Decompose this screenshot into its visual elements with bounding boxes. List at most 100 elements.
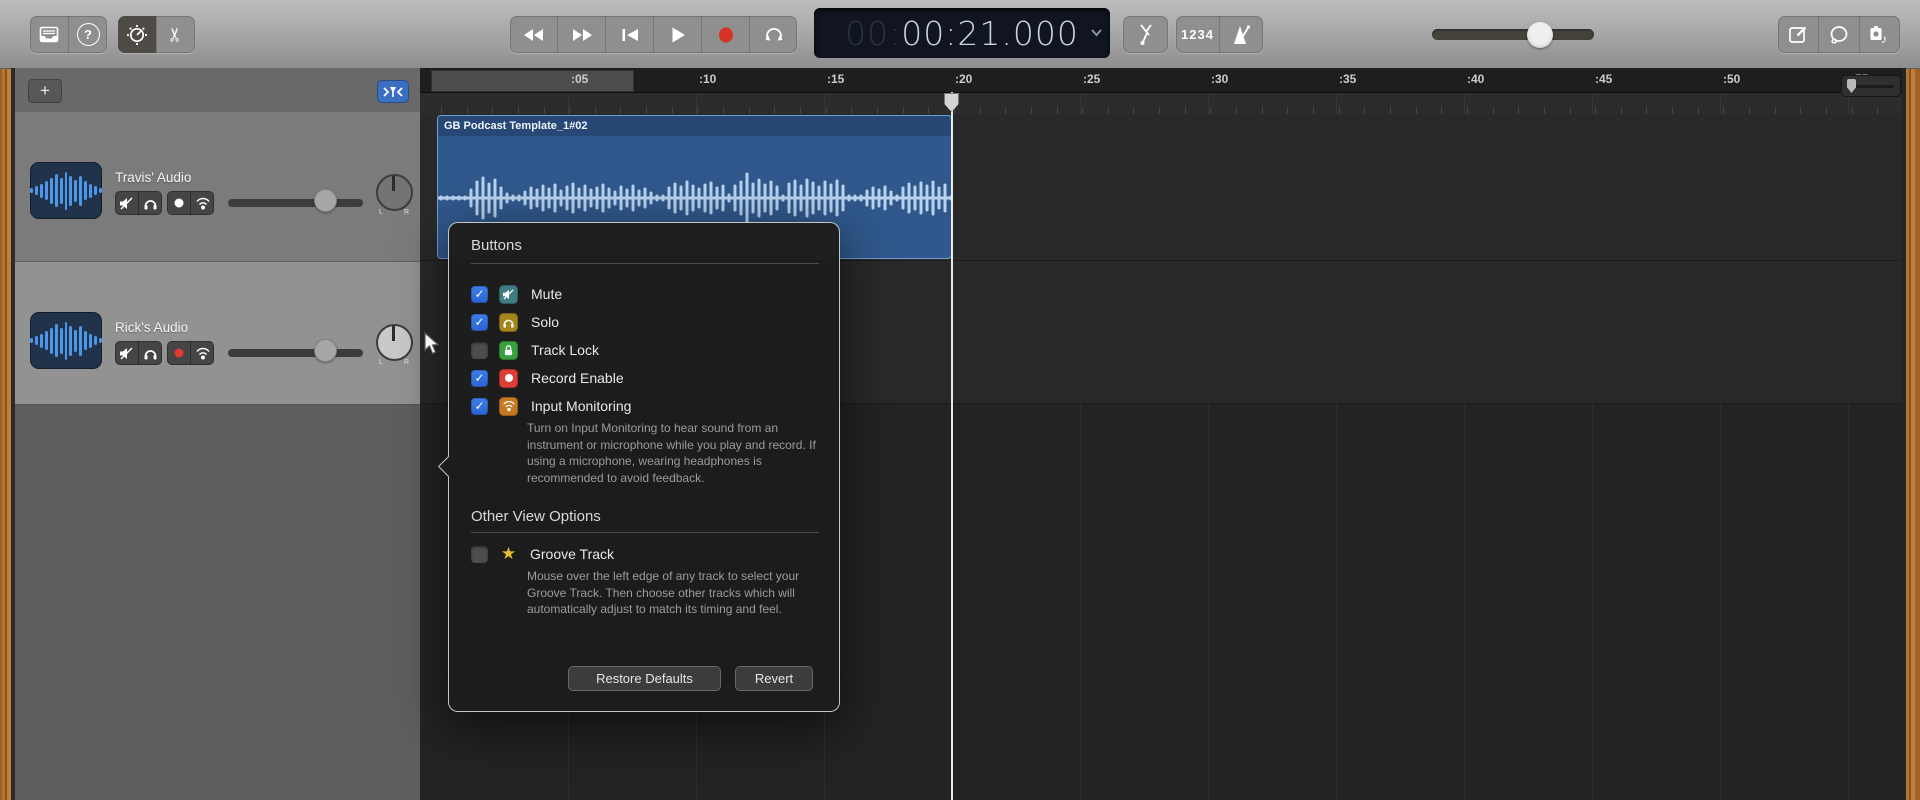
second-tick [1236,107,1237,114]
forward-button[interactable] [557,16,605,53]
headphones-icon [143,347,158,360]
catch-playhead-icon [383,85,403,99]
track-volume-thumb[interactable] [314,339,337,362]
track-icon-waveform[interactable] [30,312,102,369]
second-tick [1287,107,1288,114]
record-icon [717,26,735,44]
second-tick [1416,107,1417,114]
second-tick [1159,107,1160,114]
lcd-chevron-down-icon[interactable] [1090,28,1103,37]
lcd-display[interactable]: 00: 00:21.000 [814,8,1110,58]
second-tick [1467,107,1468,114]
track-lock-option-icon [499,341,518,360]
solo-option-label: Solo [531,314,559,330]
mute-speaker-icon [119,197,134,210]
mute-button[interactable] [115,341,138,365]
second-tick [1852,107,1853,114]
second-tick [1313,107,1314,114]
horizontal-zoom-slider[interactable] [1841,75,1901,97]
track-volume-slider[interactable] [228,349,363,357]
second-tick [1570,107,1571,114]
tuner-button[interactable] [1123,16,1168,53]
master-volume-thumb[interactable] [1527,22,1553,48]
mute-button[interactable] [115,191,138,215]
second-tick [467,107,468,114]
second-tick [1646,107,1647,114]
option-row-record-enable: ✓ Record Enable [471,366,624,390]
scissors-icon: ✂ [164,27,187,43]
option-row-solo: ✓ Solo [471,310,559,334]
help-icon: ? [77,23,100,46]
groove-star-icon: ★ [498,544,519,564]
go-to-beginning-icon [620,27,640,43]
track-row-rick[interactable]: Rick's Audio [15,262,420,405]
metronome-button[interactable] [1219,16,1263,53]
input-monitoring-button[interactable] [190,341,214,365]
pan-knob[interactable] [376,174,413,211]
second-tick [492,107,493,114]
solo-button[interactable] [138,191,162,215]
loop-browser-button[interactable] [1818,16,1859,53]
track-volume-thumb[interactable] [314,189,337,212]
input-monitoring-option-label: Input Monitoring [531,398,631,414]
record-enable-button[interactable] [167,191,190,215]
pan-left-label: L [379,359,383,366]
add-track-button[interactable]: + [28,79,62,103]
track-header-panel: + Travis' Audio [15,68,420,800]
track-name[interactable]: Travis' Audio [115,170,191,185]
record-enable-checkbox[interactable]: ✓ [471,370,488,387]
playhead-line[interactable] [951,92,953,800]
track-lock-checkbox[interactable]: ✓ [471,342,488,359]
zoom-slider-thumb[interactable] [1847,79,1856,93]
play-button[interactable] [653,16,701,53]
pan-knob[interactable] [376,324,413,361]
input-monitoring-button[interactable] [190,191,214,215]
groove-track-checkbox[interactable]: ✓ [471,546,488,563]
second-tick [1723,107,1724,114]
solo-button[interactable] [138,341,162,365]
library-button[interactable] [30,16,68,53]
count-in-label: 1234 [1181,27,1214,42]
second-tick [1005,107,1006,114]
cycle-button[interactable] [749,16,797,53]
record-enable-option-label: Record Enable [531,370,624,386]
count-in-button[interactable]: 1234 [1176,16,1219,53]
ruler-label: :10 [699,72,716,86]
library-icon [39,26,59,43]
controls-editor-group: ✂ [118,16,195,53]
quick-help-button[interactable]: ? [68,16,107,53]
mute-checkbox[interactable]: ✓ [471,286,488,303]
editor-button[interactable]: ✂ [156,16,195,53]
second-tick [1133,107,1134,114]
record-button[interactable] [701,16,749,53]
cycle-zone[interactable] [431,70,634,92]
note-pad-button[interactable] [1778,16,1818,53]
solo-checkbox[interactable]: ✓ [471,314,488,331]
track-volume-slider[interactable] [228,199,363,207]
media-browser-button[interactable]: ♪ [1859,16,1900,53]
second-tick [903,107,904,114]
revert-button[interactable]: Revert [735,666,813,691]
music-note-glyph: ♪ [1881,32,1887,46]
track-row-travis[interactable]: Travis' Audio [15,112,420,262]
second-tick [1621,107,1622,114]
second-tick [1877,107,1878,114]
mute-option-label: Mute [531,286,562,302]
catch-playhead-button[interactable] [377,80,409,103]
track-icon-waveform[interactable] [30,162,102,219]
track-name[interactable]: Rick's Audio [115,320,188,335]
groove-track-label: Groove Track [530,546,614,562]
time-ruler[interactable]: :05:10:15:20:25:30:35:40:45:50:55 [420,68,1902,93]
master-volume-slider[interactable] [1432,29,1594,40]
second-tick [1057,107,1058,114]
record-enable-button[interactable] [167,341,190,365]
rewind-button[interactable] [510,16,557,53]
other-view-options-header: Other View Options [471,508,601,525]
tuning-fork-icon [1137,23,1155,47]
smart-controls-button[interactable] [118,16,156,53]
go-to-beginning-button[interactable] [605,16,653,53]
ruler-label: :50 [1723,72,1740,86]
restore-defaults-button[interactable]: Restore Defaults [568,666,721,691]
second-tick [1339,107,1340,114]
input-monitoring-checkbox[interactable]: ✓ [471,398,488,415]
